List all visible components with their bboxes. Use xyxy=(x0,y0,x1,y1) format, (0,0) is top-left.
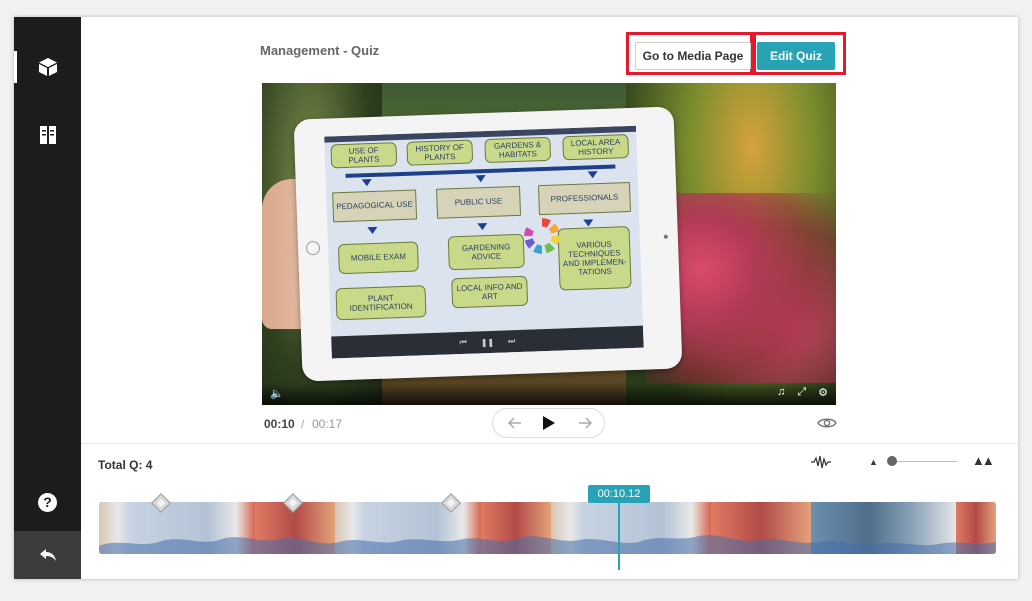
play-icon xyxy=(543,416,555,430)
slide-box: HISTORY OF PLANTS xyxy=(406,139,474,166)
slide-box: VARIOUS TECHNIQUES AND IMPLEMEN-TATIONS xyxy=(557,226,632,291)
book-icon xyxy=(39,126,56,144)
tablet-screen: USE OF PLANTS HISTORY OF PLANTS GARDENS … xyxy=(324,125,644,359)
zoom-slider-track[interactable] xyxy=(891,461,957,462)
video-tablet: USE OF PLANTS HISTORY OF PLANTS GARDENS … xyxy=(293,106,683,382)
total-time: 00:17 xyxy=(312,417,343,431)
back-button[interactable] xyxy=(14,531,81,579)
eye-icon xyxy=(817,418,837,428)
slide-box: PEDAGOGICAL USE xyxy=(332,189,418,223)
sidebar-item-cube[interactable] xyxy=(14,41,81,93)
sidebar: ? xyxy=(14,17,81,579)
go-to-media-page-button[interactable]: Go to Media Page xyxy=(635,42,751,70)
time-separator: / xyxy=(301,417,305,431)
back-arrow-icon xyxy=(39,549,56,561)
tablet-home-button xyxy=(305,240,321,256)
slide-box: GARDENING ADVICE xyxy=(447,233,525,271)
playhead-time: 00:10.12 xyxy=(588,485,650,503)
slide-box: PROFESSIONALS xyxy=(537,182,631,216)
current-time: 00:10 xyxy=(264,417,295,431)
video-player[interactable]: USE OF PLANTS HISTORY OF PLANTS GARDENS … xyxy=(262,83,836,405)
previous-question-button[interactable] xyxy=(504,410,526,436)
zoom-out-icon[interactable]: ▲ xyxy=(869,457,878,467)
slide-box: LOCAL INFO AND ART xyxy=(451,275,529,309)
video-control-bar: 🔈 ♫ ⤢ ⚙ xyxy=(262,383,836,405)
help-button[interactable]: ? xyxy=(14,476,81,528)
app-frame: ? Management - Quiz Go to Media Page Edi… xyxy=(14,17,1018,579)
cube-icon xyxy=(38,58,57,76)
arrow-left-icon xyxy=(508,417,521,429)
audio-waveform xyxy=(99,535,996,554)
sidebar-item-book[interactable] xyxy=(14,109,81,161)
fullscreen-icon[interactable]: ⤢ xyxy=(797,386,806,399)
help-icon: ? xyxy=(38,492,57,512)
slide-box: USE OF PLANTS xyxy=(330,142,398,169)
zoom-slider-handle[interactable] xyxy=(887,456,897,466)
slide-box: PUBLIC USE xyxy=(436,185,522,219)
timeline-strip[interactable] xyxy=(99,502,996,554)
playhead[interactable] xyxy=(618,502,620,570)
play-button[interactable] xyxy=(538,410,560,436)
slide-box: LOCAL AREA HISTORY xyxy=(562,134,630,161)
section-divider xyxy=(81,443,1018,444)
preview-eye-button[interactable] xyxy=(817,416,837,435)
arrow-right-icon xyxy=(579,417,592,429)
settings-icon[interactable]: ⚙ xyxy=(818,386,828,399)
waveform-toggle-button[interactable] xyxy=(810,455,832,474)
loading-spinner-icon xyxy=(524,218,560,254)
tablet-camera xyxy=(663,234,668,239)
tablet-media-controls: ⏮ ❚❚ ⏭ xyxy=(331,325,644,359)
slide-box: GARDENS & HABITATS xyxy=(484,136,552,164)
volume-icon[interactable]: 🔈 xyxy=(270,387,284,400)
zoom-in-icon[interactable]: ▲▲ xyxy=(972,453,995,468)
captions-icon[interactable]: ♫ xyxy=(777,386,785,399)
waveform-icon xyxy=(811,455,831,469)
edit-quiz-button[interactable]: Edit Quiz xyxy=(757,42,835,70)
total-questions: Total Q: 4 xyxy=(98,458,153,472)
next-question-button[interactable] xyxy=(574,410,596,436)
slide-box: MOBILE EXAM xyxy=(337,241,419,275)
slide-box: PLANT IDENTIFICATION xyxy=(335,285,427,321)
media-title: Management - Quiz xyxy=(260,43,380,58)
